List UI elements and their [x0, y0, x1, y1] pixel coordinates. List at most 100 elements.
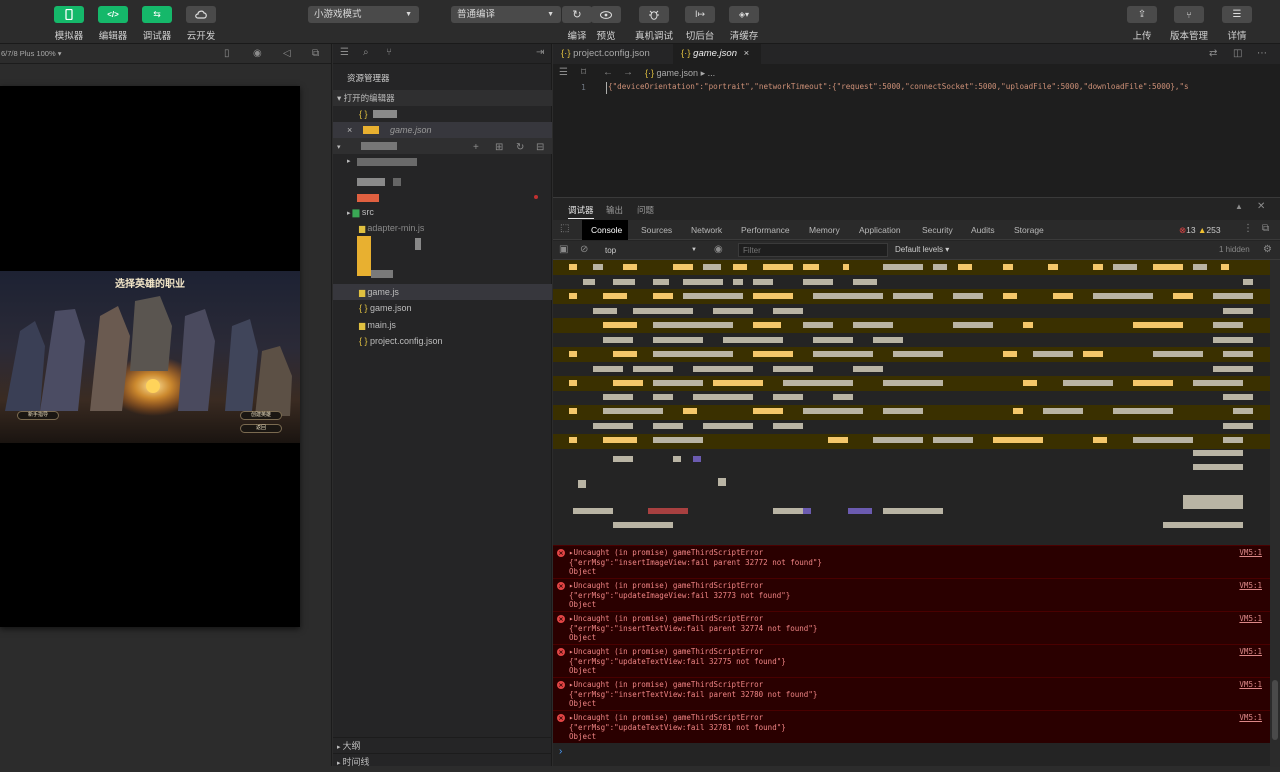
- compare-icon[interactable]: ⇄: [1209, 48, 1217, 59]
- timeline-section[interactable]: ▸ 时间线: [333, 753, 552, 769]
- error-message[interactable]: × ▸Uncaught (in promise) gameThirdScript…: [553, 644, 1270, 677]
- sound-icon[interactable]: ◁: [283, 44, 291, 64]
- real-device-debug-button[interactable]: 真机调试: [634, 6, 674, 42]
- eye-icon[interactable]: ◉: [714, 244, 723, 255]
- device-select[interactable]: 6/7/8 Plus 100% ▾: [1, 49, 61, 58]
- device-icon[interactable]: ▯: [224, 44, 230, 64]
- error-source-link[interactable]: VM5:1: [1239, 680, 1262, 690]
- editor-toggle[interactable]: </> 编辑器: [93, 6, 133, 42]
- preview-button[interactable]: 预览: [586, 6, 626, 42]
- error-source-link[interactable]: VM5:1: [1239, 548, 1262, 558]
- debugger-panel: 调试器 输出 问题 ▲ ✕ ⬚ Console Sources Network …: [553, 197, 1280, 767]
- error-message[interactable]: × ▸Uncaught (in promise) gameThirdScript…: [553, 677, 1270, 710]
- dock-icon[interactable]: ⧉: [1262, 223, 1269, 234]
- split-editor-icon[interactable]: ◫: [1233, 48, 1242, 59]
- scrollbar-thumb[interactable]: [1272, 680, 1278, 740]
- debugger-toggle[interactable]: ⇆ 调试器: [137, 6, 177, 42]
- files-icon[interactable]: ☰: [340, 47, 349, 58]
- error-text: ▸Uncaught (in promise) gameThirdScriptEr…: [569, 680, 818, 709]
- error-text: ▸Uncaught (in promise) gameThirdScriptEr…: [569, 614, 818, 643]
- tree-item-src[interactable]: ▸ ▆ src: [333, 204, 552, 220]
- background-button[interactable]: I↦ 切后台: [680, 6, 720, 42]
- error-text: ▸Uncaught (in promise) gameThirdScriptEr…: [569, 647, 786, 676]
- tree-item-hidden-4[interactable]: [333, 236, 552, 284]
- search-icon[interactable]: ⌕: [363, 47, 369, 58]
- error-message[interactable]: × ▸Uncaught (in promise) gameThirdScript…: [553, 710, 1270, 743]
- breadcrumb-more: ...: [707, 68, 716, 78]
- maximize-icon[interactable]: ▲: [1235, 202, 1243, 211]
- breadcrumb-file[interactable]: {·} game.json ▸ ...: [645, 64, 715, 82]
- tree-item-hidden-2[interactable]: [333, 174, 552, 190]
- record-icon[interactable]: ◉: [253, 44, 262, 64]
- forward-arrow-icon[interactable]: →: [623, 64, 633, 82]
- tab-problems[interactable]: 问题: [637, 204, 654, 216]
- back-arrow-icon[interactable]: ←: [603, 64, 613, 82]
- tab-memory[interactable]: Memory: [809, 225, 840, 235]
- game-scene: 选择英雄的职业 新手指导 创建英雄 返回: [0, 271, 300, 443]
- bookmark-icon[interactable]: ⌑: [581, 64, 586, 82]
- close-icon[interactable]: ✕: [1257, 201, 1265, 212]
- compile-select[interactable]: 普通编译 ▼: [451, 6, 561, 23]
- levels-select[interactable]: Default levels ▾: [895, 245, 949, 254]
- inspect-icon[interactable]: ⬚: [560, 223, 569, 234]
- tab-project-config[interactable]: {·} project.config.json: [553, 44, 673, 64]
- error-message[interactable]: × ▸Uncaught (in promise) gameThirdScript…: [553, 545, 1270, 578]
- error-message[interactable]: × ▸Uncaught (in promise) gameThirdScript…: [553, 578, 1270, 611]
- open-editor-item-1[interactable]: { }: [333, 106, 552, 122]
- tab-console[interactable]: Console: [591, 225, 622, 235]
- collapse-icon[interactable]: ⇥: [536, 47, 544, 58]
- error-source-link[interactable]: VM5:1: [1239, 647, 1262, 657]
- git-icon[interactable]: ⑂: [386, 47, 392, 58]
- upload-button[interactable]: ⇪ 上传: [1122, 6, 1162, 42]
- simulator-toggle[interactable]: 模拟器: [49, 6, 89, 42]
- mode-select[interactable]: 小游戏模式 ▼: [308, 6, 419, 23]
- details-button[interactable]: ☰ 详情: [1217, 6, 1257, 42]
- tutorial-button[interactable]: 新手指导: [17, 411, 59, 420]
- clear-console-icon[interactable]: ⊘: [580, 244, 588, 255]
- create-hero-button[interactable]: 创建英雄: [240, 411, 282, 420]
- tree-item-project-config[interactable]: { } project.config.json: [333, 333, 552, 349]
- list-icon[interactable]: ☰: [559, 64, 568, 82]
- error-message[interactable]: × ▸Uncaught (in promise) gameThirdScript…: [553, 611, 1270, 644]
- more-icon[interactable]: ⋯: [1257, 48, 1267, 59]
- tab-output[interactable]: 输出: [606, 204, 623, 216]
- filter-input[interactable]: [738, 243, 888, 257]
- tab-audits[interactable]: Audits: [971, 225, 995, 235]
- error-source-link[interactable]: VM5:1: [1239, 713, 1262, 723]
- tab-storage[interactable]: Storage: [1014, 225, 1044, 235]
- tree-item-game-js[interactable]: ▆ game.js: [333, 284, 552, 300]
- tree-item-main-js[interactable]: ▆ main.js: [333, 317, 552, 333]
- sidebar-toggle-icon[interactable]: ▣: [559, 244, 568, 255]
- tree-item-hidden-1[interactable]: ▸: [333, 154, 552, 170]
- tab-sources[interactable]: Sources: [641, 225, 672, 235]
- back-button[interactable]: 返回: [240, 424, 282, 433]
- game-canvas[interactable]: 选择英雄的职业 新手指导 创建英雄 返回: [0, 86, 300, 627]
- close-icon[interactable]: ×: [347, 125, 352, 135]
- tree-item-game-json[interactable]: { } game.json: [333, 300, 552, 316]
- project-header[interactable]: ▾ + ⊞ ↻ ⊟: [333, 138, 552, 154]
- tab-security[interactable]: Security: [922, 225, 953, 235]
- tab-debugger[interactable]: 调试器: [568, 204, 594, 219]
- close-icon[interactable]: ×: [744, 48, 750, 59]
- gear-icon[interactable]: ⚙: [1263, 244, 1272, 255]
- kebab-menu-icon[interactable]: ⋮: [1243, 223, 1253, 234]
- open-editors-header[interactable]: ▾ 打开的编辑器: [333, 90, 552, 106]
- code-line[interactable]: {"deviceOrientation":"portrait","network…: [606, 82, 1276, 94]
- console-scrollbar[interactable]: [1270, 260, 1280, 767]
- cloud-dev-button[interactable]: 云开发: [181, 6, 221, 42]
- outline-section[interactable]: ▸ 大纲: [333, 737, 552, 753]
- tab-performance[interactable]: Performance: [741, 225, 790, 235]
- error-source-link[interactable]: VM5:1: [1239, 614, 1262, 624]
- open-editor-item-active[interactable]: × game.json: [333, 122, 552, 138]
- tab-network[interactable]: Network: [691, 225, 722, 235]
- window-icon[interactable]: ⧉: [312, 44, 319, 64]
- clear-cache-button[interactable]: ◈▾ 清缓存: [724, 6, 764, 42]
- tree-item-adapter[interactable]: ▆ adapter-min.js: [333, 220, 552, 236]
- console-prompt[interactable]: ›: [559, 746, 562, 757]
- error-source-link[interactable]: VM5:1: [1239, 581, 1262, 591]
- version-control-button[interactable]: ⑂ 版本管理: [1169, 6, 1209, 42]
- tab-game-json[interactable]: {·} game.json ×: [673, 44, 761, 64]
- context-select[interactable]: top ▼: [601, 244, 699, 257]
- tab-application[interactable]: Application: [859, 225, 901, 235]
- issue-counts[interactable]: ⊗13 ▲253: [1179, 225, 1221, 236]
